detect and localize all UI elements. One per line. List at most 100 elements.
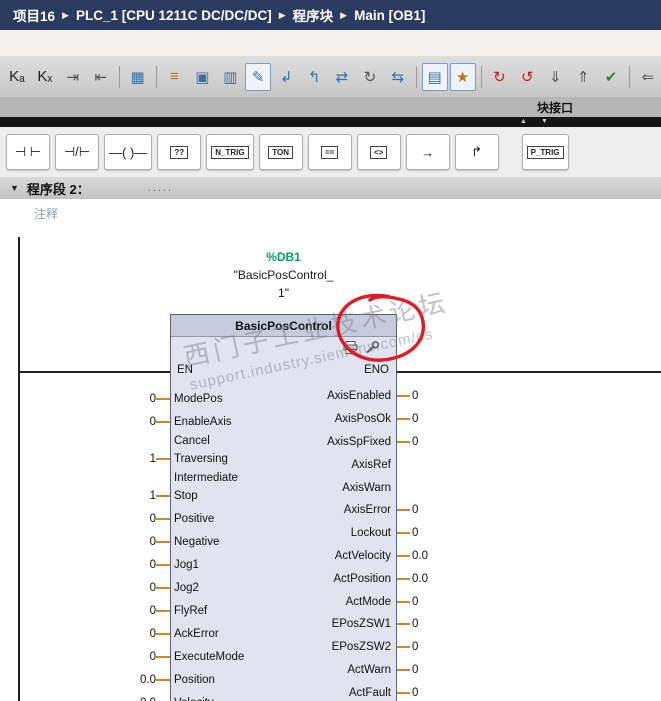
input-value[interactable]: 1 — [112, 450, 156, 468]
input-wire-stub — [156, 610, 170, 612]
output-pin-row[interactable]: EPosZSW2 0 — [240, 636, 470, 659]
insert-column-icon[interactable]: ⇄ — [329, 63, 355, 91]
output-pin-row[interactable]: AxisWarn — [240, 476, 470, 499]
network-comment-placeholder[interactable]: 注释 — [34, 205, 58, 222]
input-value[interactable]: 0 — [112, 579, 156, 597]
output-pin-row[interactable]: ActVelocity 0.0 — [240, 545, 470, 568]
p-trig-icon[interactable]: P_TRIG — [521, 134, 569, 170]
input-value[interactable]: 0.0 — [112, 694, 156, 701]
output-pin-row[interactable]: AxisRef — [240, 453, 470, 476]
instance-name-line1[interactable]: "BasicPosControl_ — [170, 266, 397, 284]
program-editor-canvas[interactable]: 注释 %DB1 "BasicPosControl_ 1" BasicPosCon… — [0, 199, 661, 701]
output-value[interactable]: 0 — [412, 527, 418, 539]
output-pin-row[interactable]: AxisError 0 — [240, 499, 470, 522]
db-name[interactable]: %DB1 — [170, 248, 397, 266]
input-label: AckError — [174, 628, 219, 640]
output-pin-row[interactable]: AxisPosOk 0 — [240, 408, 470, 431]
input-value[interactable]: 1 — [112, 487, 156, 505]
input-wire-stub — [156, 679, 170, 681]
input-value[interactable]: 0 — [112, 625, 156, 643]
output-wire-stub — [397, 509, 410, 512]
monitoring-icon[interactable]: ✔ — [598, 63, 624, 91]
output-value[interactable]: 0.0 — [412, 573, 428, 585]
input-value[interactable]: 0 — [112, 648, 156, 666]
interface-splitter-bar[interactable]: ▲ ▼ — [0, 117, 661, 127]
input-wire-stub — [156, 656, 170, 658]
go-offline-icon[interactable]: ↺ — [514, 63, 540, 91]
output-value[interactable]: 0.0 — [412, 550, 428, 562]
ton-timer-icon[interactable]: TON — [258, 134, 303, 170]
eno-pin-label[interactable]: ENO — [364, 364, 389, 376]
upload-icon[interactable]: ⇑ — [570, 63, 596, 91]
output-value[interactable]: 0 — [412, 618, 418, 630]
no-contact-icon[interactable]: ⊣ ⊢ — [6, 134, 50, 170]
en-pin-label[interactable]: EN — [177, 364, 193, 376]
input-value[interactable]: 0 — [112, 510, 156, 528]
symbolic-view-icon[interactable]: Kₐ — [4, 63, 30, 91]
output-pin-row[interactable]: Lockout 0 — [240, 522, 470, 545]
modify-wrench-icon[interactable] — [364, 340, 380, 354]
function-block-title[interactable]: BasicPosControl — [171, 315, 396, 337]
nc-contact-icon[interactable]: ⊣/⊢ — [55, 134, 99, 170]
download-icon[interactable]: ⇓ — [542, 63, 568, 91]
output-value[interactable]: 0 — [412, 436, 418, 448]
output-value[interactable]: 0 — [412, 390, 418, 402]
input-value[interactable]: 0 — [112, 390, 156, 408]
output-value[interactable]: 0 — [412, 664, 418, 676]
breadcrumb-item[interactable]: 项目16 — [13, 5, 55, 25]
output-pin-row[interactable]: ActWarn 0 — [240, 659, 470, 682]
insert-row-icon[interactable]: ↲ — [273, 63, 299, 91]
next-network-icon[interactable]: ⇥ — [60, 63, 86, 91]
open-branch-icon[interactable]: → — [405, 134, 450, 170]
input-value[interactable]: 0 — [112, 556, 156, 574]
output-pin-row[interactable]: AxisSpFixed 0 — [240, 431, 470, 454]
breadcrumb-item[interactable]: PLC_1 [CPU 1211C DC/DC/DC] — [76, 8, 272, 23]
output-value[interactable]: 0 — [412, 687, 418, 699]
instance-name-line2[interactable]: 1" — [170, 284, 397, 302]
output-value[interactable]: 0 — [412, 413, 418, 425]
jump-to-icon[interactable]: ⇐ — [635, 63, 661, 91]
cmp-eq-icon[interactable]: == — [307, 134, 352, 170]
output-pin-row[interactable]: ActFault 0 — [240, 681, 470, 701]
input-value[interactable]: 0 — [112, 413, 156, 431]
compare-icon[interactable]: ⇆ — [385, 63, 411, 91]
insert-network-icon[interactable]: ▦ — [125, 63, 151, 91]
output-pin-row[interactable]: ActPosition 0.0 — [240, 567, 470, 590]
absolute-operand-toggle-icon[interactable]: ▤ — [421, 62, 448, 91]
output-value[interactable]: 0 — [412, 504, 418, 516]
splitter-down-icon[interactable]: ▼ — [541, 117, 548, 127]
network-list-icon[interactable]: ≡ — [161, 63, 187, 91]
breadcrumb-item[interactable]: 程序块 — [293, 5, 334, 25]
coil-icon[interactable]: —( )— — [104, 134, 153, 170]
n-trig-icon[interactable]: N_TRIG — [206, 134, 254, 170]
input-label: ModePos — [174, 393, 223, 405]
network-collapse-icon[interactable]: ▼ — [10, 183, 19, 193]
splitter-up-icon[interactable]: ▲ — [520, 117, 527, 127]
delete-row-icon[interactable]: ↰ — [301, 63, 327, 91]
snapshot-icon[interactable] — [342, 340, 358, 354]
expand-networks-icon[interactable]: ▣ — [189, 63, 215, 91]
go-online-icon[interactable]: ↻ — [486, 63, 512, 91]
output-pin-row[interactable]: AxisEnabled 0 — [240, 385, 470, 408]
absolute-view-icon[interactable]: Kₓ — [32, 63, 58, 91]
output-pin-row[interactable]: ActMode 0 — [240, 590, 470, 613]
comment-toggle-icon[interactable]: ✎ — [245, 62, 272, 91]
empty-box-icon[interactable]: ?? — [157, 134, 202, 170]
input-wire-stub — [156, 398, 170, 400]
close-branch-icon[interactable]: ↱ — [454, 134, 499, 170]
instance-db-label[interactable]: %DB1 "BasicPosControl_ 1" — [170, 248, 397, 302]
output-pin-row[interactable]: EPosZSW1 0 — [240, 613, 470, 636]
favorites-toggle-icon[interactable]: ★ — [449, 62, 476, 91]
prev-network-icon[interactable]: ⇤ — [88, 63, 114, 91]
network-header[interactable]: ▼ 程序段 2： ..... — [0, 177, 661, 200]
input-value[interactable]: 0 — [112, 533, 156, 551]
output-value[interactable]: 0 — [412, 641, 418, 653]
collapse-networks-icon[interactable]: ▥ — [217, 63, 243, 91]
input-value[interactable]: 0.0 — [112, 671, 156, 689]
network-comment-dots[interactable]: ..... — [148, 182, 173, 194]
input-value[interactable]: 0 — [112, 602, 156, 620]
update-block-calls-icon[interactable]: ↻ — [357, 63, 383, 91]
breadcrumb-item[interactable]: Main [OB1] — [354, 8, 425, 23]
output-value[interactable]: 0 — [412, 596, 418, 608]
cmp-ne-icon[interactable]: <> — [356, 134, 401, 170]
